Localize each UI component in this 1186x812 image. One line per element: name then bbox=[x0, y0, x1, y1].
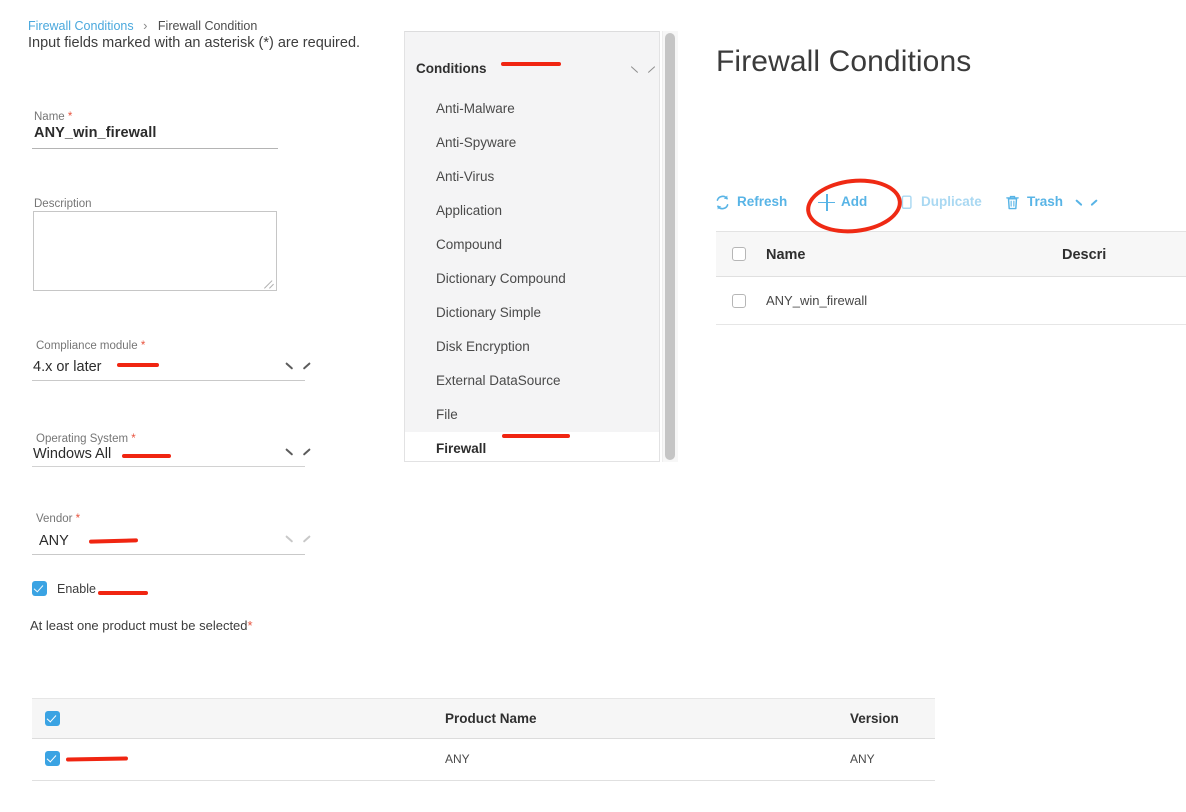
add-button[interactable]: Add bbox=[818, 191, 888, 213]
vendor-select-value[interactable]: ANY bbox=[39, 532, 69, 551]
row-cell-name: ANY_win_firewall bbox=[766, 293, 868, 308]
product-note-required-asterisk: * bbox=[247, 618, 253, 633]
enable-checkbox-row[interactable]: Enable bbox=[32, 581, 192, 599]
vendor-label: Vendor * bbox=[36, 512, 80, 526]
refresh-icon bbox=[716, 195, 729, 210]
condition-item-anti-virus[interactable]: Anti-Virus bbox=[405, 160, 659, 194]
vendor-required-asterisk: * bbox=[75, 513, 81, 525]
operating-system-label-text: Operating System bbox=[36, 433, 129, 445]
products-table-row[interactable]: ANY ANY bbox=[32, 739, 935, 781]
product-selection-note: At least one product must be selected* bbox=[30, 617, 253, 634]
scrollbar-thumb[interactable] bbox=[665, 33, 675, 460]
name-input-underline bbox=[32, 148, 278, 149]
chevron-down-icon[interactable] bbox=[286, 361, 301, 370]
required-fields-notice: Input fields marked with an asterisk (*)… bbox=[28, 35, 361, 51]
compliance-module-required-asterisk: * bbox=[140, 340, 146, 352]
table-row[interactable]: ANY_win_firewall bbox=[716, 277, 1186, 325]
name-label-text: Name bbox=[34, 111, 65, 123]
condition-item-dictionary-simple[interactable]: Dictionary Simple bbox=[405, 296, 659, 330]
textarea-resize-handle-icon[interactable] bbox=[264, 278, 275, 289]
condition-item-file[interactable]: File bbox=[405, 398, 659, 432]
breadcrumb: Firewall Conditions › Firewall Condition bbox=[28, 18, 258, 34]
compliance-module-select-value[interactable]: 4.x or later bbox=[33, 358, 102, 377]
condition-item-application[interactable]: Application bbox=[405, 194, 659, 228]
vendor-label-text: Vendor bbox=[36, 513, 73, 525]
duplicate-icon bbox=[901, 195, 912, 210]
chevron-down-icon[interactable] bbox=[1076, 198, 1089, 206]
duplicate-button-label: Duplicate bbox=[921, 194, 982, 209]
enable-checkbox[interactable] bbox=[32, 581, 47, 596]
plus-icon bbox=[818, 194, 835, 211]
row-cell-version: ANY bbox=[850, 752, 875, 766]
chevron-down-icon[interactable] bbox=[286, 447, 301, 456]
annotation-operating-system-underline bbox=[122, 454, 171, 458]
annotation-compliance-module-underline bbox=[117, 363, 159, 367]
operating-system-label: Operating System * bbox=[36, 432, 136, 446]
compliance-module-label-text: Compliance module bbox=[36, 340, 138, 352]
condition-item-disk-encryption[interactable]: Disk Encryption bbox=[405, 330, 659, 364]
refresh-button-label: Refresh bbox=[737, 194, 788, 209]
conditions-panel: Conditions Anti-Malware Anti-Spyware Ant… bbox=[404, 31, 660, 462]
vendor-underline bbox=[32, 554, 305, 555]
condition-item-firewall[interactable]: Firewall bbox=[405, 432, 659, 461]
add-button-label: Add bbox=[841, 194, 868, 209]
operating-system-select-value[interactable]: Windows All bbox=[33, 445, 111, 464]
products-select-all-checkbox[interactable] bbox=[45, 711, 60, 726]
products-table-header-row: Product Name Version bbox=[32, 698, 935, 739]
chevron-down-icon[interactable] bbox=[631, 65, 646, 74]
condition-item-anti-spyware[interactable]: Anti-Spyware bbox=[405, 126, 659, 160]
annotation-vendor-underline bbox=[88, 538, 139, 544]
name-required-asterisk: * bbox=[67, 111, 73, 123]
breadcrumb-current-page: Firewall Condition bbox=[157, 19, 258, 33]
conditions-panel-header[interactable]: Conditions bbox=[405, 54, 659, 86]
compliance-module-underline bbox=[32, 380, 305, 381]
select-all-checkbox[interactable] bbox=[732, 247, 746, 261]
enable-checkbox-label: Enable bbox=[57, 582, 96, 596]
name-field-label: Name * bbox=[34, 110, 72, 124]
conditions-panel-title: Conditions bbox=[416, 61, 487, 76]
operating-system-required-asterisk: * bbox=[131, 433, 136, 445]
column-header-version[interactable]: Version bbox=[850, 711, 899, 727]
breadcrumb-separator-icon: › bbox=[143, 18, 148, 33]
column-header-name[interactable]: Name bbox=[766, 246, 806, 264]
product-selection-note-text: At least one product must be selected bbox=[30, 618, 248, 633]
breadcrumb-link-firewall-conditions[interactable]: Firewall Conditions bbox=[28, 19, 134, 33]
table-header-row: Name Descri bbox=[716, 231, 1186, 277]
compliance-module-label: Compliance module * bbox=[36, 339, 145, 353]
row-cell-product-name: ANY bbox=[445, 752, 470, 766]
name-input[interactable]: ANY_win_firewall bbox=[34, 124, 156, 143]
column-header-description[interactable]: Descri bbox=[1062, 246, 1106, 264]
conditions-panel-scrollbar[interactable] bbox=[662, 31, 678, 462]
trash-icon bbox=[1006, 195, 1019, 210]
trash-button[interactable]: Trash bbox=[1004, 191, 1099, 213]
products-row-select-checkbox[interactable] bbox=[45, 751, 60, 766]
condition-item-external-datasource[interactable]: External DataSource bbox=[405, 364, 659, 398]
products-table: Product Name Version ANY ANY bbox=[32, 698, 935, 781]
page-title: Firewall Conditions bbox=[716, 45, 972, 78]
chevron-down-icon[interactable] bbox=[286, 534, 301, 543]
column-header-product-name[interactable]: Product Name bbox=[445, 711, 537, 727]
description-textarea[interactable] bbox=[33, 211, 277, 291]
operating-system-underline bbox=[32, 466, 305, 467]
condition-item-compound[interactable]: Compound bbox=[405, 228, 659, 262]
refresh-button[interactable]: Refresh bbox=[714, 191, 809, 213]
firewall-conditions-table: Name Descri ANY_win_firewall bbox=[716, 231, 1186, 325]
row-select-checkbox[interactable] bbox=[732, 294, 746, 308]
description-field-label: Description bbox=[34, 198, 92, 210]
trash-button-label: Trash bbox=[1027, 194, 1064, 209]
condition-item-anti-malware[interactable]: Anti-Malware bbox=[405, 92, 659, 126]
condition-item-dictionary-compound[interactable]: Dictionary Compound bbox=[405, 262, 659, 296]
duplicate-button[interactable]: Duplicate bbox=[898, 191, 994, 213]
